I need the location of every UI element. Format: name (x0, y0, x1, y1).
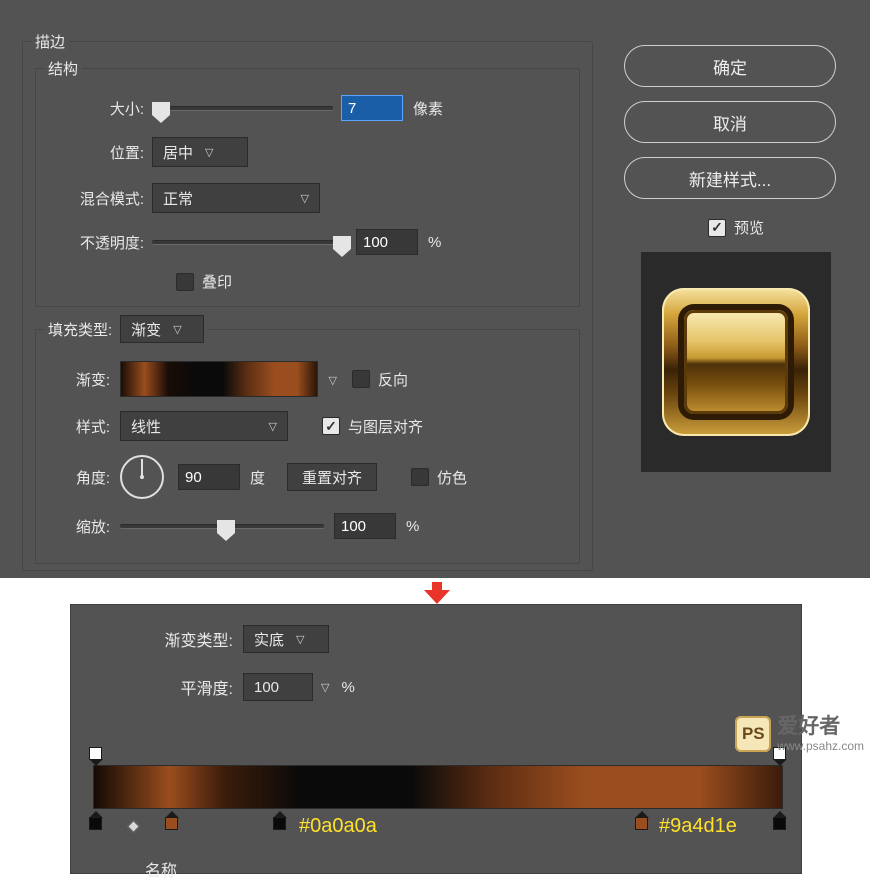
opacity-slider-knob[interactable] (333, 236, 351, 249)
scale-slider-knob[interactable] (217, 520, 235, 533)
gradient-type-label: 渐变类型: (141, 627, 233, 651)
fill-type-value: 渐变 (131, 319, 161, 340)
reverse-label: 反向 (378, 369, 408, 390)
overprint-label: 叠印 (202, 271, 232, 292)
gradient-label: 渐变: (54, 369, 110, 390)
scale-slider[interactable] (120, 524, 324, 529)
midpoint-diamond[interactable] (127, 820, 140, 833)
gradient-type-value: 实底 (254, 629, 284, 650)
opacity-slider[interactable] (152, 240, 346, 245)
color-stop-2[interactable] (163, 811, 180, 830)
style-value: 线性 (131, 416, 161, 437)
layer-style-dialog: 描边 结构 大小: 像素 位置: 居中 ▽ (0, 0, 870, 578)
name-label: 名称 (145, 857, 177, 881)
dialog-buttons: 确定 取消 新建样式... 预览 (624, 45, 848, 472)
gradient-editor-panel: 渐变类型: 实底 ▽ 平滑度: 100 ▽ % #0a0a0a #9a4d1e … (70, 604, 802, 874)
angle-label: 角度: (54, 467, 110, 488)
color-stop-4[interactable] (633, 811, 650, 830)
fill-type-dropdown[interactable]: 渐变 ▽ (120, 315, 204, 343)
preview-checkbox[interactable] (708, 219, 726, 237)
smoothness-input[interactable]: 100 (243, 673, 313, 701)
scale-label: 缩放: (54, 516, 110, 537)
overprint-checkbox[interactable] (176, 273, 194, 291)
watermark-url: www.psahz.com (777, 740, 864, 752)
gradient-bar[interactable] (93, 765, 783, 809)
new-style-button[interactable]: 新建样式... (624, 157, 836, 199)
blend-mode-dropdown[interactable]: 正常 ▽ (152, 183, 320, 213)
gradient-preview[interactable]: ▽ (120, 361, 318, 397)
scale-input[interactable] (334, 513, 396, 539)
fill-type-label: 填充类型: (48, 319, 112, 340)
position-value: 居中 (163, 142, 193, 163)
position-label: 位置: (36, 142, 144, 163)
style-label: 样式: (54, 416, 110, 437)
watermark: PS 爱好者 www.psahz.com (735, 716, 864, 752)
chevron-down-icon: ▽ (301, 192, 309, 205)
color-stop-1[interactable] (87, 811, 104, 830)
angle-dial[interactable] (120, 455, 164, 499)
dither-checkbox[interactable] (411, 468, 429, 486)
align-label: 与图层对齐 (348, 416, 423, 437)
watermark-text: 爱好者 (777, 716, 864, 737)
smoothness-unit: % (341, 679, 354, 696)
dither-label: 仿色 (437, 467, 467, 488)
size-input[interactable] (341, 95, 403, 121)
style-preview (641, 252, 831, 472)
reverse-checkbox[interactable] (352, 370, 370, 388)
gradient-type-dropdown[interactable]: 实底 ▽ (243, 625, 329, 653)
hex-label-1: #0a0a0a (299, 815, 377, 838)
gradient-style-dropdown[interactable]: 线性 ▽ (120, 411, 288, 441)
chevron-down-icon[interactable]: ▽ (329, 374, 337, 387)
structure-group: 结构 大小: 像素 位置: 居中 ▽ 混 (35, 58, 580, 307)
angle-unit: 度 (250, 467, 265, 488)
cancel-button[interactable]: 取消 (624, 101, 836, 143)
reset-align-button[interactable]: 重置对齐 (287, 463, 377, 491)
color-stop-3[interactable] (271, 811, 288, 830)
opacity-unit: % (428, 234, 441, 251)
stroke-title: 描边 (31, 31, 69, 52)
angle-input[interactable] (178, 464, 240, 490)
stroke-group: 描边 结构 大小: 像素 位置: 居中 ▽ (22, 31, 593, 571)
hex-label-2: #9a4d1e (659, 815, 737, 838)
blend-mode-value: 正常 (163, 188, 193, 209)
smoothness-value: 100 (254, 679, 279, 696)
position-dropdown[interactable]: 居中 ▽ (152, 137, 248, 167)
chevron-down-icon: ▽ (205, 146, 213, 159)
color-stop-5[interactable] (771, 811, 788, 830)
opacity-input[interactable] (356, 229, 418, 255)
ok-button[interactable]: 确定 (624, 45, 836, 87)
size-unit: 像素 (413, 98, 443, 119)
structure-title: 结构 (44, 58, 82, 79)
chevron-down-icon: ▽ (173, 323, 181, 336)
smoothness-label: 平滑度: (141, 675, 233, 699)
fill-type-legend: 填充类型: 渐变 ▽ (44, 315, 208, 343)
arrow-down-icon (424, 582, 450, 602)
size-slider-knob[interactable] (152, 102, 170, 115)
chevron-down-icon[interactable]: ▽ (321, 681, 329, 694)
chevron-down-icon: ▽ (269, 420, 277, 433)
align-checkbox[interactable] (322, 417, 340, 435)
watermark-logo: PS (735, 716, 771, 752)
size-label: 大小: (36, 98, 144, 119)
opacity-stop-left[interactable] (87, 747, 104, 764)
preview-label: 预览 (734, 217, 764, 238)
blend-mode-label: 混合模式: (36, 188, 144, 209)
fill-type-group: 填充类型: 渐变 ▽ 渐变: ▽ 反向 样式: (35, 315, 580, 564)
scale-unit: % (406, 518, 419, 535)
chevron-down-icon: ▽ (296, 633, 304, 646)
opacity-label: 不透明度: (36, 232, 144, 253)
size-slider[interactable] (152, 106, 333, 111)
